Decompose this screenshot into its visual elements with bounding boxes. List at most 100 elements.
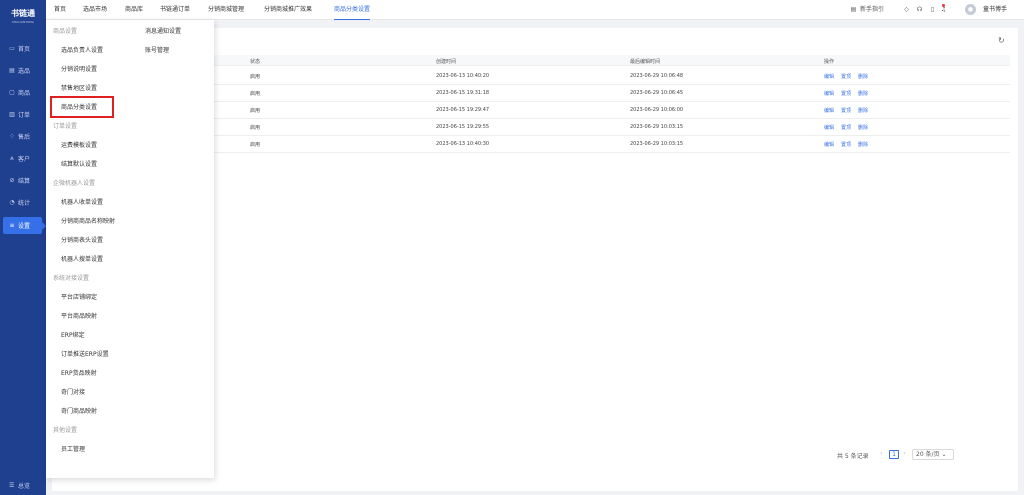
delete-link[interactable]: 删除 <box>858 124 868 131</box>
top-bar: 首页 选品市场 商品库 书链通订单 分销商城管理 分销商城推广效果 商品分类设置… <box>46 0 1024 20</box>
menu-item-robot-search[interactable]: 机器人搜单设置 <box>61 254 103 263</box>
menu-item-settlement-default[interactable]: 结算默认设置 <box>61 159 97 168</box>
nav-item-customers[interactable]: ጰ 客户 <box>0 150 46 167</box>
nav-label: 选品 <box>18 68 31 75</box>
menu-item-selection-owner[interactable]: 选品负责人设置 <box>61 45 103 54</box>
pagination-total: 共 5 条记录 <box>837 453 869 460</box>
highlight-box <box>50 96 114 118</box>
nav-item-orders[interactable]: ▥ 订单 <box>0 106 46 123</box>
logo[interactable]: 书链通 SHULIANTONG <box>0 0 46 32</box>
nav-label: 售后 <box>18 134 31 141</box>
status-cell: 启用 <box>250 108 261 114</box>
status-cell: 启用 <box>250 74 261 80</box>
after-sales-icon: ♢ <box>9 133 15 140</box>
tab-category-settings[interactable]: 商品分类设置 <box>334 0 371 20</box>
nav-item-after-sales[interactable]: ♢ 售后 <box>0 128 46 145</box>
col-status: 状态 <box>250 59 261 65</box>
delete-link[interactable]: 删除 <box>858 73 868 80</box>
menu-item-banned-regions[interactable]: 禁售地区设置 <box>61 83 97 92</box>
pin-link[interactable]: 置顶 <box>841 107 851 114</box>
guide-icon: ▤ <box>850 6 857 13</box>
menu-item-order-push-erp[interactable]: 订单推送ERP设置 <box>61 349 109 358</box>
delete-link[interactable]: 删除 <box>858 141 868 148</box>
menu-item-distributor-header[interactable]: 分销商表头设置 <box>61 235 103 244</box>
tab-home[interactable]: 首页 <box>54 0 66 20</box>
menu-item-shipping-template[interactable]: 运费模板设置 <box>61 140 97 149</box>
goods-icon: ▢ <box>9 89 15 96</box>
tab-selection-market[interactable]: 选品市场 <box>83 0 107 20</box>
created-cell: 2023-06-13 10:40:30 <box>436 141 490 147</box>
group-title-robot: 企微机器人设置 <box>53 180 96 187</box>
group-title-goods: 商品设置 <box>53 28 78 35</box>
nav-label: 设置 <box>18 223 31 230</box>
pin-link[interactable]: 置顶 <box>841 90 851 97</box>
nav-item-selection[interactable]: ▤ 选品 <box>0 62 46 79</box>
diamond-icon[interactable]: ◇ <box>903 6 910 13</box>
pagination-current-page[interactable]: 1 <box>889 450 899 459</box>
edited-cell: 2023-06-29 10:06:00 <box>630 107 684 113</box>
sidebar: 书链通 SHULIANTONG ▭ 首页 ▤ 选品 ▢ 商品 ▥ 订单 ♢ 售后 ጰ 客户 … <box>0 0 46 495</box>
nav-label: 首页 <box>18 46 31 53</box>
next-page-icon[interactable]: › <box>900 450 909 459</box>
edit-link[interactable]: 编辑 <box>824 124 834 131</box>
doc-icon[interactable]: ▯ <box>929 6 936 13</box>
tab-shuliantong-orders[interactable]: 书链通订单 <box>160 0 190 20</box>
logo-subtext: SHULIANTONG <box>12 20 34 24</box>
menu-item-qimen[interactable]: 奇门对接 <box>61 387 85 396</box>
created-cell: 2023-06-15 19:29:47 <box>436 107 490 113</box>
status-cell: 启用 <box>250 142 261 148</box>
bell-icon[interactable]: ♫ <box>940 6 947 13</box>
menu-item-distributor-name-map[interactable]: 分销商商品名称映射 <box>61 216 115 225</box>
edit-link[interactable]: 编辑 <box>824 141 834 148</box>
edit-link[interactable]: 编辑 <box>824 73 834 80</box>
prev-page-icon[interactable]: ‹ <box>877 450 886 459</box>
chevron-down-icon: ⌄ <box>941 451 947 458</box>
nav-item-overview[interactable]: ☰ 总览 <box>0 478 46 492</box>
menu-item-erp-goods-map[interactable]: ERP货品映射 <box>61 368 97 377</box>
nav-item-goods[interactable]: ▢ 商品 <box>0 84 46 101</box>
nav-item-settings[interactable]: ≡ 设置 <box>3 217 42 234</box>
menu-item-qimen-goods-map[interactable]: 奇门商品映射 <box>61 406 97 415</box>
edit-link[interactable]: 编辑 <box>824 107 834 114</box>
pin-link[interactable]: 置顶 <box>841 73 851 80</box>
refresh-icon[interactable]: ↻ <box>998 36 1005 45</box>
username[interactable]: 童书博手 <box>983 0 1007 20</box>
menu-item-distribution-desc[interactable]: 分销说明设置 <box>61 64 97 73</box>
created-cell: 2023-06-13 10:40:20 <box>436 73 490 79</box>
menu-item-staff[interactable]: 员工管理 <box>61 444 85 453</box>
headset-icon[interactable]: ☊ <box>916 6 923 13</box>
tab-distribution-promo[interactable]: 分销商城推广效果 <box>264 0 312 20</box>
selection-icon: ▤ <box>9 67 15 74</box>
settings-icon: ≡ <box>9 222 15 229</box>
pin-link[interactable]: 置顶 <box>841 124 851 131</box>
nav-label: 统计 <box>18 200 31 207</box>
menu-item-robot-orders[interactable]: 机器人收单设置 <box>61 197 103 206</box>
menu-item-notifications[interactable]: 消息通知设置 <box>145 26 181 35</box>
tab-distribution-mall[interactable]: 分销商城管理 <box>208 0 244 20</box>
nav-label: 总览 <box>18 482 31 490</box>
created-cell: 2023-06-15 19:29:55 <box>436 124 490 130</box>
notification-dot <box>942 4 945 7</box>
delete-link[interactable]: 删除 <box>858 90 868 97</box>
logo-text: 书链通 <box>11 9 35 18</box>
guide-link[interactable]: 新手指引 <box>860 0 884 20</box>
nav-item-settlement[interactable]: ⊘ 结算 <box>0 172 46 189</box>
menu-item-platform-goods-map[interactable]: 平台商品映射 <box>61 311 97 320</box>
edited-cell: 2023-06-29 10:03:15 <box>630 124 684 130</box>
created-cell: 2023-06-15 19:31:18 <box>436 90 490 96</box>
delete-link[interactable]: 删除 <box>858 107 868 114</box>
edit-link[interactable]: 编辑 <box>824 90 834 97</box>
avatar[interactable]: ● <box>965 4 976 15</box>
nav-item-home[interactable]: ▭ 首页 <box>0 40 46 57</box>
pin-link[interactable]: 置顶 <box>841 141 851 148</box>
nav-item-statistics[interactable]: ◔ 统计 <box>0 194 46 211</box>
tab-goods-library[interactable]: 商品库 <box>125 0 143 20</box>
edited-cell: 2023-06-29 10:03:15 <box>630 141 684 147</box>
edited-cell: 2023-06-29 10:06:48 <box>630 73 684 79</box>
menu-item-account[interactable]: 账号管理 <box>145 45 169 54</box>
menu-item-erp-bind[interactable]: ERP绑定 <box>61 330 85 339</box>
home-icon: ▭ <box>9 45 15 52</box>
menu-item-platform-shop[interactable]: 平台店铺绑定 <box>61 292 97 301</box>
page-size-select[interactable]: 20 条/页 ⌄ <box>912 449 954 460</box>
status-cell: 启用 <box>250 125 261 131</box>
